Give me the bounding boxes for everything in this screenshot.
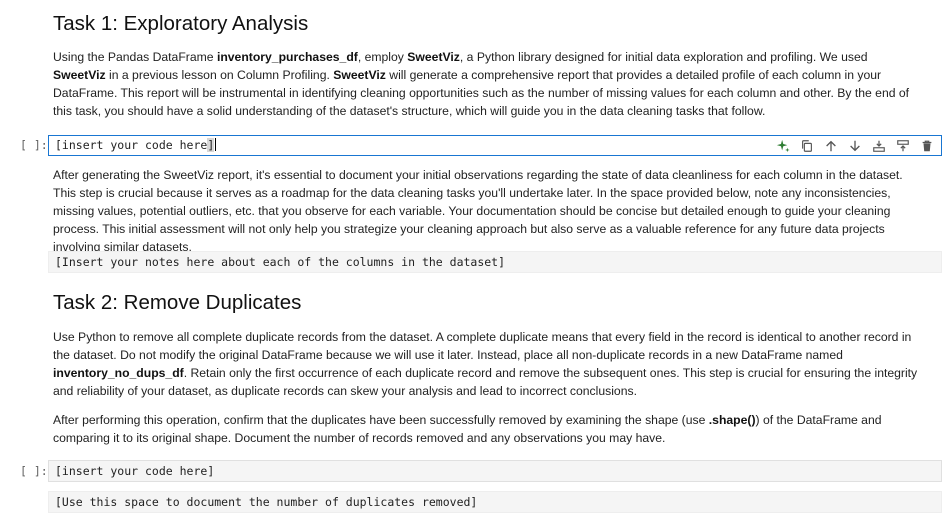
method-name: .shape() [708,413,756,427]
cell-toolbar [773,136,937,156]
dataframe-name: inventory_no_dups_df [53,366,184,380]
task1-heading: Task 1: Exploratory Analysis [53,12,309,35]
cell-prompt: [ ]: [20,138,48,152]
cell-prompt: [ ]: [20,464,48,478]
code-cell-task1[interactable]: [insert your code here] [48,135,942,156]
trash-icon[interactable] [917,136,937,156]
task1-after: After generating the SweetViz report, it… [53,166,923,256]
code-text[interactable]: [insert your code here] [55,464,214,478]
insert-below-icon[interactable] [869,136,889,156]
duplicates-doc-cell[interactable]: [Use this space to document the number o… [48,491,942,513]
library-name: SweetViz [407,50,460,64]
task2-paragraph-2: After performing this operation, confirm… [53,411,923,447]
task1-section: Task 1: Exploratory Analysis [53,12,923,36]
arrow-down-icon[interactable] [845,136,865,156]
task1-intro: Using the Pandas DataFrame inventory_pur… [53,48,923,120]
library-name: SweetViz [333,68,386,82]
text-run: Use Python to remove all complete duplic… [53,330,912,362]
copy-icon[interactable] [797,136,817,156]
dataframe-name: inventory_purchases_df [216,50,358,64]
code-cell-task2[interactable]: [insert your code here] [48,460,942,482]
task2-shape: After performing this operation, confirm… [53,411,923,447]
notes-text[interactable]: [Insert your notes here about each of th… [55,255,505,269]
text-run: Using the Pandas DataFrame [53,50,217,64]
task2-intro: Use Python to remove all complete duplic… [53,328,923,400]
bracket-close: ] [207,138,215,152]
task2-paragraph-1: Use Python to remove all complete duplic… [53,328,923,400]
text-run: in a previous lesson on Column Profiling… [105,68,334,82]
text-run: , employ [357,50,408,64]
sparkle-icon[interactable] [773,136,793,156]
arrow-up-icon[interactable] [821,136,841,156]
library-name: SweetViz [53,68,106,82]
code-text[interactable]: [insert your code here [55,138,207,152]
insert-above-icon[interactable] [893,136,913,156]
text-cursor [215,138,217,151]
text-run: , a Python library designed for initial … [459,50,868,64]
doc-text[interactable]: [Use this space to document the number o… [55,495,477,509]
task1-intro-paragraph: Using the Pandas DataFrame inventory_pur… [53,48,923,120]
task2-section: Task 2: Remove Duplicates [53,291,923,315]
notes-cell[interactable]: [Insert your notes here about each of th… [48,251,942,273]
task1-after-paragraph: After generating the SweetViz report, it… [53,168,903,254]
task2-heading: Task 2: Remove Duplicates [53,291,302,314]
text-run: After performing this operation, confirm… [53,413,709,427]
